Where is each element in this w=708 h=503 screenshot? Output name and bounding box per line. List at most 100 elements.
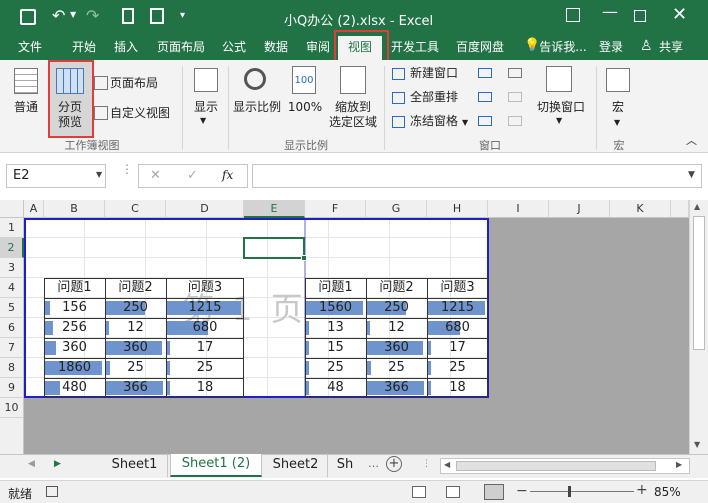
unhide-icon[interactable] (478, 116, 492, 126)
row-header-8[interactable]: 8 (0, 358, 24, 378)
row-header-2[interactable]: 2 (0, 238, 24, 258)
tab-page-layout[interactable]: 页面布局 (150, 36, 212, 60)
left-table-cell[interactable]: 156 (44, 298, 105, 318)
undo-dropdown-icon[interactable]: ▼ (70, 10, 76, 19)
redo-icon[interactable]: ↷ (86, 6, 99, 25)
zoom-in-icon[interactable]: + (636, 482, 648, 498)
undo-icon[interactable]: ↶ (52, 6, 65, 25)
right-table-cell[interactable]: 1215 (427, 298, 488, 318)
formula-input[interactable] (252, 164, 702, 188)
cancel-icon[interactable]: ✕ (150, 168, 161, 183)
column-header-j[interactable]: J (549, 200, 610, 218)
column-header-a[interactable]: A (24, 200, 44, 218)
macro-record-icon[interactable] (46, 486, 58, 497)
row-header-3[interactable]: 3 (0, 258, 24, 278)
new-file-icon[interactable] (122, 8, 134, 24)
zoom-button[interactable]: 显示比例 (232, 100, 282, 114)
maximize-button[interactable] (634, 10, 646, 22)
vertical-scrollbar[interactable]: ▲ ▼ (689, 200, 708, 454)
zoom-100-button[interactable]: 100% (286, 100, 324, 114)
left-table-cell[interactable]: 256 (44, 318, 105, 338)
column-header-g[interactable]: G (366, 200, 427, 218)
page-layout-button[interactable]: 页面布局 (110, 76, 158, 90)
right-table-cell[interactable]: 15 (305, 338, 366, 358)
column-header-k[interactable]: K (610, 200, 671, 218)
left-table-cell[interactable]: 18 (166, 378, 244, 398)
worksheet-grid[interactable]: A B C D E F G H I J K 1 2 3 4 5 6 7 8 9 … (0, 200, 708, 454)
right-table-header-1[interactable]: 问题1 (305, 278, 366, 298)
right-table-cell[interactable]: 48 (305, 378, 366, 398)
zoom-slider-thumb[interactable] (568, 486, 571, 497)
custom-views-button[interactable]: 自定义视图 (110, 106, 170, 120)
hscroll-thumb[interactable] (456, 461, 656, 471)
right-table-cell[interactable]: 25 (427, 358, 488, 378)
minimize-button[interactable]: — (602, 2, 618, 21)
right-table-header-3[interactable]: 问题3 (427, 278, 488, 298)
enter-icon[interactable]: ✓ (187, 168, 198, 183)
zoom-to-selection-label-1[interactable]: 缩放到 (328, 100, 378, 114)
qat-customize-icon[interactable]: ▾ (180, 10, 185, 21)
vscroll-down-icon[interactable]: ▼ (694, 440, 700, 449)
switch-windows-dropdown-icon[interactable]: ▼ (556, 114, 562, 128)
normal-view-button[interactable]: 普通 (8, 100, 44, 114)
hide-icon[interactable] (478, 92, 492, 102)
right-table-cell[interactable]: 25 (305, 358, 366, 378)
tab-home[interactable]: 开始 (62, 36, 106, 60)
column-header-e[interactable]: E (244, 200, 305, 218)
right-table-cell[interactable]: 18 (427, 378, 488, 398)
row-header-10[interactable]: 10 (0, 398, 24, 418)
row-header-4[interactable]: 4 (0, 278, 24, 298)
left-table-header-2[interactable]: 问题2 (105, 278, 166, 298)
left-table-cell[interactable]: 17 (166, 338, 244, 358)
tab-data[interactable]: 数据 (254, 36, 298, 60)
collapse-ribbon-icon[interactable]: ︿ (686, 134, 697, 148)
zoom-to-selection-label-2[interactable]: 选定区域 (326, 115, 380, 129)
right-table-cell[interactable]: 360 (366, 338, 427, 358)
right-table-cell[interactable]: 250 (366, 298, 427, 318)
left-table-cell[interactable]: 250 (105, 298, 166, 318)
freeze-panes-button[interactable]: 冻结窗格 (410, 114, 458, 128)
column-header-c[interactable]: C (105, 200, 166, 218)
right-table-cell[interactable]: 1560 (305, 298, 366, 318)
selected-cell-e2[interactable] (243, 237, 305, 259)
show-button[interactable]: 显示 (188, 100, 224, 114)
zoom-slider[interactable] (530, 491, 634, 492)
sheet-tabs-more-icon[interactable]: … (368, 457, 379, 470)
zoom-out-icon[interactable]: − (516, 483, 528, 499)
ribbon-display-icon[interactable] (566, 8, 580, 22)
view-side-by-side-icon[interactable] (508, 68, 522, 78)
sign-in-link[interactable]: 登录 (594, 36, 628, 60)
sheet-tab-sheet1[interactable]: Sheet1 (102, 455, 168, 477)
tab-baidu-netdisk[interactable]: 百度网盘 (448, 36, 512, 60)
scroll-right-icon[interactable]: ▶ (54, 459, 61, 469)
left-table-cell[interactable]: 360 (44, 338, 105, 358)
left-table-cell[interactable]: 25 (166, 358, 244, 378)
tab-insert[interactable]: 插入 (104, 36, 148, 60)
normal-view-status-icon[interactable] (412, 486, 426, 498)
macros-dropdown-icon[interactable]: ▼ (614, 116, 620, 130)
fill-handle[interactable] (301, 255, 307, 261)
column-header-b[interactable]: B (44, 200, 105, 218)
left-table-cell[interactable]: 12 (105, 318, 166, 338)
macros-button[interactable]: 宏 (602, 100, 634, 114)
left-table-cell[interactable]: 360 (105, 338, 166, 358)
expand-formula-icon[interactable]: ▼ (688, 170, 695, 180)
page-break-status-icon[interactable] (484, 484, 504, 500)
tab-split-icon[interactable]: ⋮ (422, 459, 431, 469)
left-table-cell[interactable]: 1860 (44, 358, 105, 378)
vscroll-up-icon[interactable]: ▲ (694, 202, 700, 211)
name-box-dropdown-icon[interactable]: ▼ (96, 170, 102, 179)
sheet-tab-sheet1-2[interactable]: Sheet1 (2) (170, 454, 262, 477)
left-table-cell[interactable]: 480 (44, 378, 105, 398)
sheet-tab-sheet2[interactable]: Sheet2 (264, 455, 328, 477)
hscroll-right-icon[interactable]: ▶ (676, 460, 682, 469)
sheet-tab-overflow[interactable]: Sh (330, 455, 360, 477)
show-dropdown-icon[interactable]: ▼ (200, 114, 206, 128)
freeze-dropdown-icon[interactable]: ▼ (462, 116, 468, 130)
right-table-cell[interactable]: 366 (366, 378, 427, 398)
left-table-cell[interactable]: 680 (166, 318, 244, 338)
right-table-cell[interactable]: 13 (305, 318, 366, 338)
share-button[interactable]: 共享 (654, 36, 688, 60)
add-sheet-icon[interactable]: + (386, 456, 402, 472)
row-header-5[interactable]: 5 (0, 298, 24, 318)
